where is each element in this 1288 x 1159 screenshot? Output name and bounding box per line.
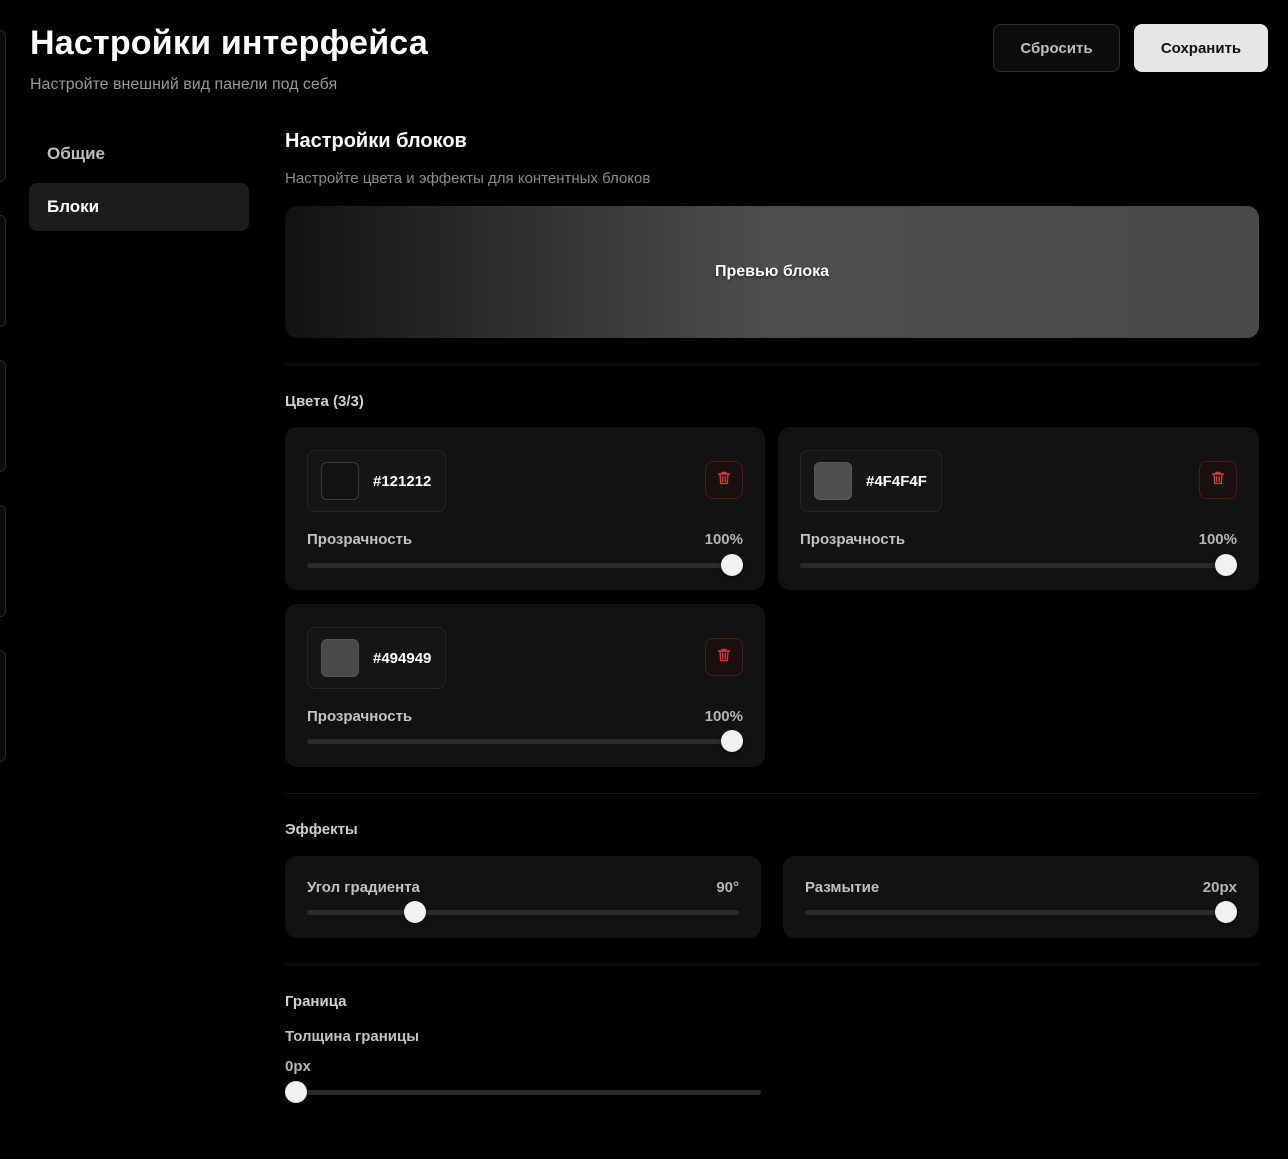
opacity-value: 100%: [704, 531, 743, 548]
color-hex: #121212: [373, 472, 432, 490]
border-label: Граница: [285, 993, 347, 1010]
opacity-slider-thumb[interactable]: [721, 554, 743, 576]
opacity-slider-track[interactable]: [307, 739, 732, 744]
trash-icon: [716, 470, 732, 491]
color-hex: #4F4F4F: [866, 472, 927, 490]
color-card: #4F4F4F Прозрачность 100%: [778, 427, 1259, 590]
color-card: #494949 Прозрачность 100%: [285, 604, 765, 767]
opacity-slider-thumb[interactable]: [1215, 554, 1237, 576]
delete-color-button[interactable]: [705, 461, 743, 499]
delete-color-button[interactable]: [705, 638, 743, 676]
blur-slider-thumb[interactable]: [1215, 901, 1237, 923]
divider: [285, 964, 1259, 965]
reset-button[interactable]: Сбросить: [993, 24, 1120, 72]
color-picker[interactable]: #494949: [307, 627, 447, 689]
edge-tab: [0, 650, 6, 762]
opacity-label: Прозрачность: [800, 531, 906, 548]
color-card: #121212 Прозрачность 100%: [285, 427, 765, 590]
color-hex: #494949: [373, 649, 432, 667]
color-swatch[interactable]: [321, 462, 359, 500]
delete-color-button[interactable]: [1199, 461, 1237, 499]
save-button[interactable]: Сохранить: [1134, 24, 1268, 72]
section-description: Настройте цвета и эффекты для контентных…: [285, 170, 651, 187]
trash-icon: [1210, 470, 1226, 491]
gradient-angle-label: Угол градиента: [307, 879, 420, 896]
opacity-slider-track[interactable]: [800, 563, 1226, 568]
section-title: Настройки блоков: [285, 130, 467, 152]
border-thickness-label: Толщина границы: [285, 1028, 420, 1045]
sidebar-item-blocks[interactable]: Блоки: [29, 183, 249, 231]
color-swatch[interactable]: [814, 462, 852, 500]
page-title: Настройки интерфейса: [30, 24, 428, 62]
trash-icon: [716, 647, 732, 668]
gradient-angle-value: 90°: [716, 879, 739, 896]
block-preview: Превью блока: [285, 206, 1259, 338]
page-subtitle: Настройте внешний вид панели под себя: [30, 76, 338, 93]
gradient-angle-card: Угол градиента 90°: [285, 856, 761, 938]
blur-slider-track[interactable]: [805, 910, 1226, 915]
edge-tab: [0, 30, 6, 182]
sidebar-item-general[interactable]: Общие: [29, 130, 249, 178]
blur-label: Размытие: [805, 879, 880, 896]
border-slider-track[interactable]: [285, 1090, 761, 1095]
divider: [285, 793, 1259, 794]
gradient-angle-slider-thumb[interactable]: [404, 901, 426, 923]
colors-label: Цвета (3/3): [285, 393, 364, 410]
edge-tab: [0, 215, 6, 327]
opacity-value: 100%: [704, 708, 743, 725]
preview-label: Превью блока: [714, 263, 830, 280]
opacity-value: 100%: [1198, 531, 1237, 548]
color-picker[interactable]: #4F4F4F: [800, 450, 942, 512]
border-slider: [285, 1080, 761, 1104]
opacity-slider-track[interactable]: [307, 563, 732, 568]
blur-card: Размытие 20px: [783, 856, 1259, 938]
border-thickness-value: 0px: [285, 1058, 311, 1075]
gradient-angle-slider-track[interactable]: [307, 910, 739, 915]
opacity-slider-thumb[interactable]: [721, 730, 743, 752]
sidebar-item-label: Общие: [47, 144, 105, 163]
edge-tab: [0, 360, 6, 472]
color-picker[interactable]: #121212: [307, 450, 447, 512]
opacity-label: Прозрачность: [307, 708, 413, 725]
edge-tab: [0, 505, 6, 617]
effects-label: Эффекты: [285, 821, 358, 838]
blur-value: 20px: [1202, 879, 1237, 896]
border-slider-thumb[interactable]: [285, 1081, 307, 1103]
color-swatch[interactable]: [321, 639, 359, 677]
divider: [285, 364, 1259, 365]
sidebar-item-label: Блоки: [47, 197, 100, 216]
opacity-label: Прозрачность: [307, 531, 413, 548]
